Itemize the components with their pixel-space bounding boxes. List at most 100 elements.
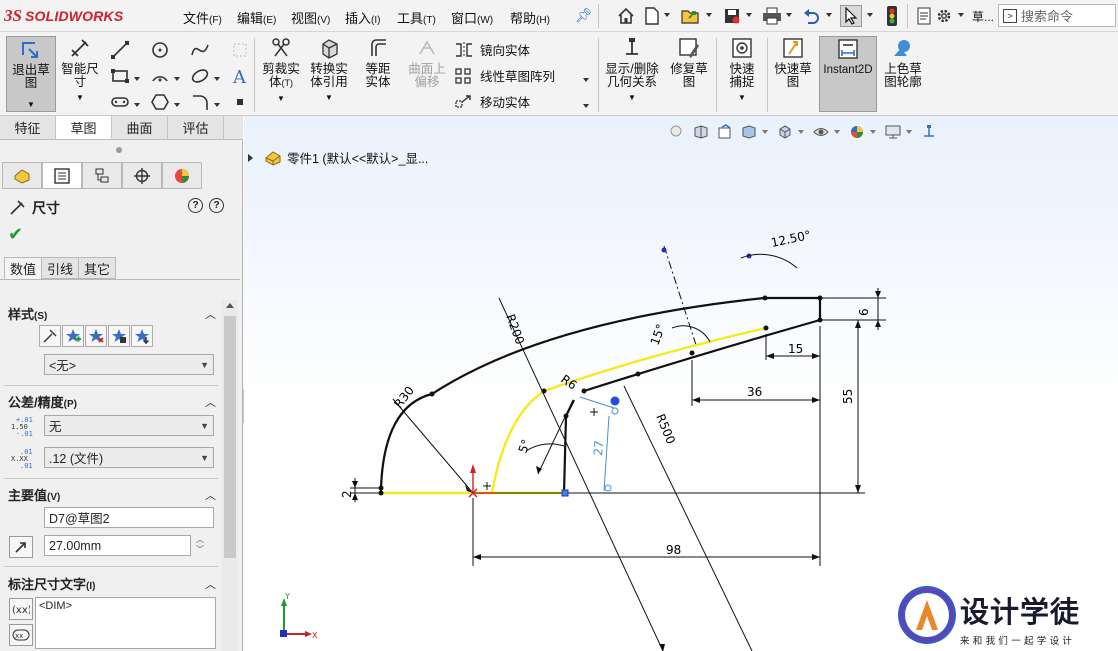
surface-offset-button[interactable]: 曲面上偏移 (404, 36, 450, 89)
exit-sketch-button[interactable]: 退出草图 ▼ (6, 36, 56, 112)
open-folder-icon[interactable] (680, 5, 702, 27)
dim-r30-label[interactable]: R30 (391, 384, 417, 411)
chevron-down-icon[interactable]: ▼ (27, 98, 35, 111)
chevron-up-icon[interactable]: ︿ (205, 306, 216, 322)
menu-file[interactable]: 文件(F) (183, 8, 222, 27)
menu-edit[interactable]: 编辑(E) (237, 8, 276, 27)
chevron-down-icon[interactable] (583, 104, 589, 108)
sketch-canvas[interactable]: 27 12.50° R200 R30 R6 R500 15° 5° 6 15 3… (244, 116, 1118, 651)
print-icon[interactable] (761, 5, 783, 27)
dim-55-label[interactable]: 55 (841, 389, 855, 404)
rectangle-icon[interactable] (110, 66, 130, 86)
file-properties-icon[interactable] (913, 5, 935, 27)
chevron-up-icon[interactable]: ︿ (205, 487, 216, 503)
menu-help[interactable]: 帮助(H) (510, 8, 550, 27)
tolerance-type-dropdown[interactable]: 无 ▼ (44, 415, 214, 436)
chevron-down-icon[interactable] (214, 77, 220, 81)
dimension-handle[interactable] (610, 396, 620, 406)
precision-dropdown[interactable]: .12 (文件) ▼ (44, 447, 214, 468)
dimension-value-field[interactable]: 27.00mm (44, 535, 191, 556)
panel-grip-handle[interactable] (116, 147, 122, 153)
text-icon[interactable]: A (230, 66, 250, 86)
dim-36-label[interactable]: 36 (747, 385, 762, 399)
chevron-down-icon[interactable]: ▼ (628, 91, 636, 104)
scroll-up-arrow[interactable] (226, 303, 234, 308)
chevron-down-icon[interactable] (786, 13, 792, 17)
dim-r200-label[interactable]: R200 (503, 312, 527, 346)
chevron-down-icon[interactable] (214, 103, 220, 107)
apply-default-style-icon[interactable] (39, 325, 61, 347)
save-style-icon[interactable] (108, 325, 130, 347)
convert-entities-button[interactable]: 转换实体引用 ▼ (306, 36, 352, 104)
display-delete-relations-button[interactable]: 显示/删除几何关系 ▼ (602, 36, 662, 104)
tab-other[interactable]: 其它 (78, 257, 117, 279)
chevron-down-icon[interactable] (746, 13, 752, 17)
reverse-direction-button[interactable] (9, 536, 33, 558)
search-commands-input[interactable]: > 搜索命令 (998, 4, 1116, 27)
dim-angle-15-label[interactable]: 15° (648, 322, 668, 347)
menu-tools[interactable]: 工具(T) (397, 8, 436, 27)
tab-evaluate[interactable]: 评估 (168, 116, 224, 139)
ellipse-icon[interactable] (190, 66, 210, 86)
dimension-handle[interactable] (611, 407, 619, 415)
primary-value-section-header[interactable]: 主要值(V) ︿ (8, 485, 216, 504)
inspection-button[interactable]: xx (9, 624, 33, 646)
tab-leaders[interactable]: 引线 (41, 257, 80, 279)
style-dropdown[interactable]: <无> ▼ (44, 354, 214, 375)
chevron-down-icon[interactable] (174, 103, 180, 107)
scroll-thumb[interactable] (224, 316, 236, 558)
dimension-handle[interactable] (604, 484, 612, 492)
chevron-down-icon[interactable]: ▼ (76, 91, 84, 104)
new-document-icon[interactable] (641, 5, 663, 27)
display-manager-tab[interactable] (162, 162, 202, 189)
chevron-up-icon[interactable]: ︿ (205, 394, 216, 410)
tab-surfaces[interactable]: 曲面 (112, 116, 168, 139)
configuration-manager-tab[interactable] (82, 162, 122, 189)
sketch-fillet-icon[interactable] (190, 92, 210, 112)
chevron-down-icon[interactable]: ▼ (277, 92, 285, 105)
tab-features[interactable]: 特征 (0, 116, 56, 139)
dim-r500-label[interactable]: R500 (653, 412, 678, 446)
selected-endpoint[interactable] (561, 489, 569, 497)
chevron-down-icon[interactable]: ▼ (325, 91, 333, 104)
instant2d-button[interactable]: Instant2D (819, 36, 877, 112)
add-style-icon[interactable] (62, 325, 84, 347)
property-manager-tab[interactable] (42, 162, 82, 189)
tab-sketch[interactable]: 草图 (56, 116, 112, 139)
parentheses-button[interactable]: (xx) (9, 598, 33, 620)
quick-access-overflow[interactable]: 草... (972, 8, 994, 25)
load-style-icon[interactable] (131, 325, 153, 347)
chevron-down-icon[interactable] (583, 78, 589, 82)
chevron-down-icon[interactable] (134, 103, 140, 107)
value-spinner[interactable]: ︿ ﹀ (196, 535, 204, 555)
chevron-up-icon[interactable]: ︿ (205, 576, 216, 592)
trim-entities-button[interactable]: 剪裁实体(T) ▼ (258, 36, 304, 105)
save-icon[interactable] (721, 5, 743, 27)
chevron-down-icon[interactable] (174, 77, 180, 81)
chevron-down-icon[interactable] (134, 77, 140, 81)
linear-pattern-button[interactable]: 线性草图阵列 (454, 66, 555, 85)
chevron-down-icon[interactable]: ▼ (738, 91, 746, 104)
tolerance-section-header[interactable]: 公差/精度(P) ︿ (8, 392, 216, 411)
polygon-icon[interactable] (150, 92, 170, 112)
menu-view[interactable]: 视图(V) (291, 8, 330, 27)
dim-r6-label[interactable]: R6 (558, 372, 579, 393)
move-entities-button[interactable]: 移动实体 (454, 92, 530, 111)
home-icon[interactable] (615, 5, 637, 27)
dimension-name-field[interactable]: D7@草图2 (44, 507, 214, 528)
slot-icon[interactable] (110, 92, 130, 112)
gear-icon[interactable] (933, 5, 955, 27)
panel-scrollbar[interactable] (222, 300, 238, 651)
rapid-sketch-button[interactable]: 快速草图 (770, 36, 816, 89)
dimension-text-section-header[interactable]: 标注尺寸文字(I) ︿ (8, 574, 216, 593)
mirror-entities-button[interactable]: 镜向实体 (454, 40, 530, 59)
pin-icon[interactable]: 📌︎ (575, 7, 593, 24)
chevron-down-icon[interactable] (706, 13, 712, 17)
menu-insert[interactable]: 插入(I) (345, 8, 380, 27)
chevron-down-icon[interactable] (958, 13, 964, 17)
smart-dimension-button[interactable]: 智能尺寸 ▼ (58, 36, 102, 104)
arc-icon[interactable] (150, 66, 170, 86)
undo-icon[interactable] (800, 5, 822, 27)
select-cursor-icon[interactable] (840, 5, 862, 27)
chevron-down-icon[interactable] (867, 13, 873, 17)
